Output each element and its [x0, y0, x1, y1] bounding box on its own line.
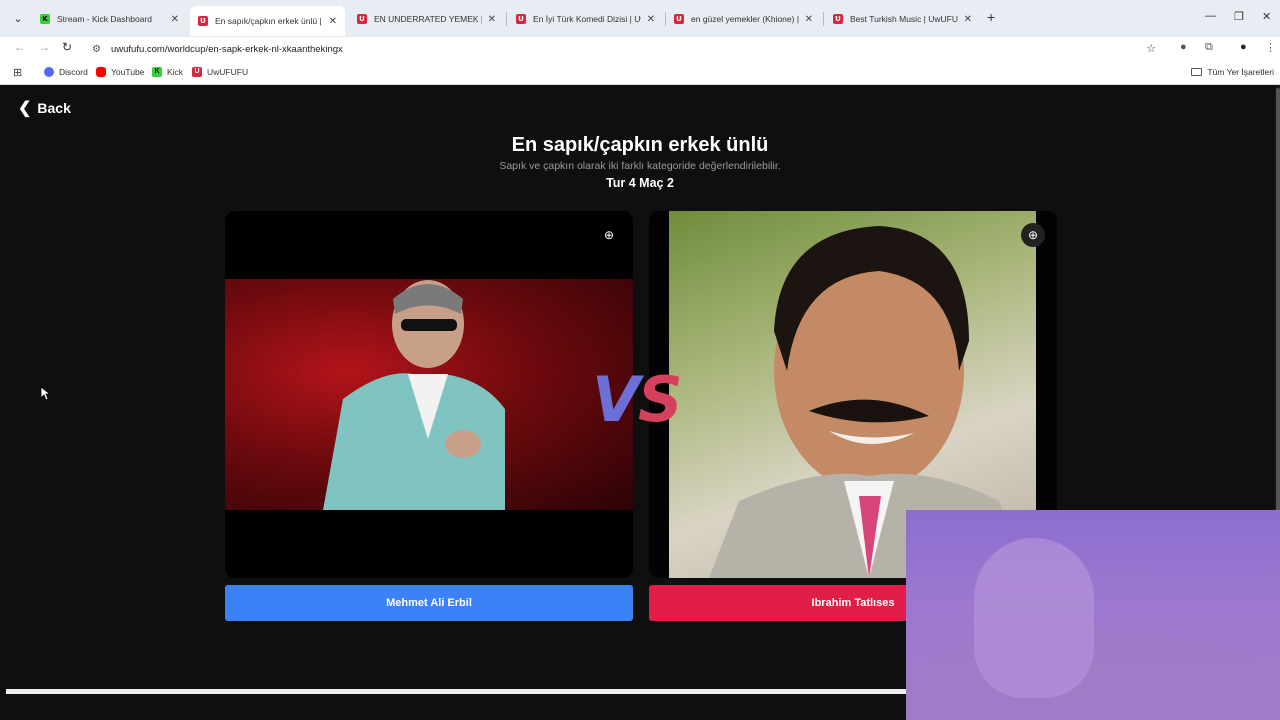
tab-title: Stream - Kick Dashboard [57, 14, 152, 24]
uwufufu-favicon-icon: U [833, 14, 843, 24]
all-bookmarks[interactable]: Tüm Yer İşaretleri [1191, 67, 1274, 77]
bookmark-star-icon[interactable]: ☆ [1146, 42, 1156, 55]
tab-guzel-yemekler[interactable]: U en güzel yemekler (Khione) | U ✕ [666, 7, 821, 31]
zoom-in-icon[interactable]: ⊕ [1021, 223, 1045, 247]
mouse-cursor-icon [40, 386, 52, 406]
restore-icon[interactable]: ❐ [1234, 10, 1244, 23]
site-info-icon[interactable]: ⚙ [92, 44, 101, 55]
webcam-overlay [906, 510, 1280, 720]
close-window-icon[interactable]: ✕ [1262, 10, 1271, 23]
zoom-in-icon[interactable]: ⊕ [597, 223, 621, 247]
back-label: Back [37, 100, 71, 116]
tab-underrated-yemek[interactable]: U EN UNDERRATED YEMEK | UwU ✕ [349, 7, 504, 31]
tab-turkish-music[interactable]: U Best Turkish Music | UwUFUFU ✕ [825, 7, 980, 31]
kick-favicon-icon: K [40, 14, 50, 24]
discord-icon [44, 67, 54, 77]
uwufufu-favicon-icon: U [516, 14, 526, 24]
back-nav-icon[interactable]: ← [14, 40, 26, 54]
bookmark-label: YouTube [111, 67, 145, 77]
webcam-person-head [974, 538, 1094, 698]
menu-kebab-icon[interactable]: ⋮ [1265, 41, 1276, 54]
vs-letter-s: S [637, 363, 683, 436]
choose-left-button[interactable]: Mehmet Ali Erbil [225, 585, 633, 621]
bookmark-youtube[interactable]: YouTube [96, 67, 144, 77]
tab-title: en güzel yemekler (Khione) | U [691, 14, 799, 24]
address-bar[interactable]: ⚙ uwufufu.com/worldcup/en-sapk-erkek-nl-… [84, 38, 1168, 60]
round-indicator: Tur 4 Maç 2 [606, 176, 674, 190]
close-tab-icon[interactable]: ✕ [647, 14, 655, 25]
tab-divider [506, 12, 507, 26]
vs-logo: VS [592, 363, 683, 436]
left-candidate-photo[interactable] [225, 279, 633, 510]
tab-current[interactable]: U En sapık/çapkın erkek ünlü | Uw ✕ [190, 6, 345, 36]
kick-icon: K [152, 67, 162, 77]
bookmark-label: Discord [59, 67, 88, 77]
close-tab-icon[interactable]: ✕ [964, 14, 972, 25]
tab-title: En sapık/çapkın erkek ünlü | Uw [215, 16, 323, 26]
tab-title: En İyi Türk Komedi Dizisi | UwU [533, 14, 641, 24]
bookmark-discord[interactable]: Discord [44, 67, 88, 77]
bookmark-uwufufu[interactable]: U UwUFUFU [192, 67, 248, 77]
browser-tab-bar: ⌄ K Stream - Kick Dashboard ✕ U En sapık… [0, 0, 1280, 37]
all-bookmarks-label: Tüm Yer İşaretleri [1207, 67, 1274, 77]
page-title: En sapık/çapkın erkek ünlü [511, 134, 769, 156]
forward-nav-icon[interactable]: → [38, 40, 50, 54]
close-tab-icon[interactable]: ✕ [171, 14, 179, 25]
tab-kick-dashboard[interactable]: K Stream - Kick Dashboard ✕ [32, 7, 187, 31]
tab-komedi-dizisi[interactable]: U En İyi Türk Komedi Dizisi | UwU ✕ [508, 7, 663, 31]
url-text: uwufufu.com/worldcup/en-sapk-erkek-nl-xk… [110, 43, 343, 55]
profile-icon[interactable]: ● [1240, 41, 1247, 53]
bookmark-label: Kick [167, 67, 184, 77]
uwufufu-favicon-icon: U [198, 16, 208, 26]
left-candidate-card[interactable]: ⊕ [225, 211, 633, 578]
reload-icon[interactable]: ↻ [62, 40, 72, 54]
youtube-icon [96, 67, 106, 77]
close-tab-icon[interactable]: ✕ [805, 14, 813, 25]
tab-title: EN UNDERRATED YEMEK | UwU [374, 14, 482, 24]
uwufufu-favicon-icon: U [357, 14, 367, 24]
browser-toolbar: ← → ↻ ⚙ uwufufu.com/worldcup/en-sapk-erk… [0, 37, 1280, 61]
vs-letter-v: V [592, 363, 640, 436]
back-button[interactable]: ❮ Back [18, 98, 71, 118]
extensions-puzzle-icon[interactable]: ⧉ [1205, 41, 1213, 54]
page-subtitle: Sapık ve çapkın olarak iki farklı katego… [499, 160, 781, 172]
tab-search-icon[interactable]: ⌄ [8, 9, 28, 29]
folder-icon [1191, 68, 1203, 76]
minimize-icon[interactable]: — [1205, 10, 1216, 22]
bookmark-kick[interactable]: K Kick [152, 67, 183, 77]
bookmarks-bar: ⊞ Discord YouTube K Kick U UwUFUFU Tüm Y… [0, 61, 1280, 85]
tab-divider [823, 12, 824, 26]
bookmark-label: UwUFUFU [207, 67, 249, 77]
tab-title: Best Turkish Music | UwUFUFU [850, 14, 958, 24]
new-tab-icon[interactable]: + [987, 9, 995, 25]
uwufufu-icon: U [192, 67, 202, 77]
chevron-left-icon: ❮ [18, 100, 32, 117]
left-candidate-figure [323, 280, 505, 510]
close-tab-icon[interactable]: ✕ [329, 16, 337, 27]
close-tab-icon[interactable]: ✕ [488, 14, 496, 25]
extension-circle-icon[interactable]: ● [1180, 41, 1187, 53]
apps-grid-icon[interactable]: ⊞ [13, 66, 22, 79]
uwufufu-favicon-icon: U [674, 14, 684, 24]
